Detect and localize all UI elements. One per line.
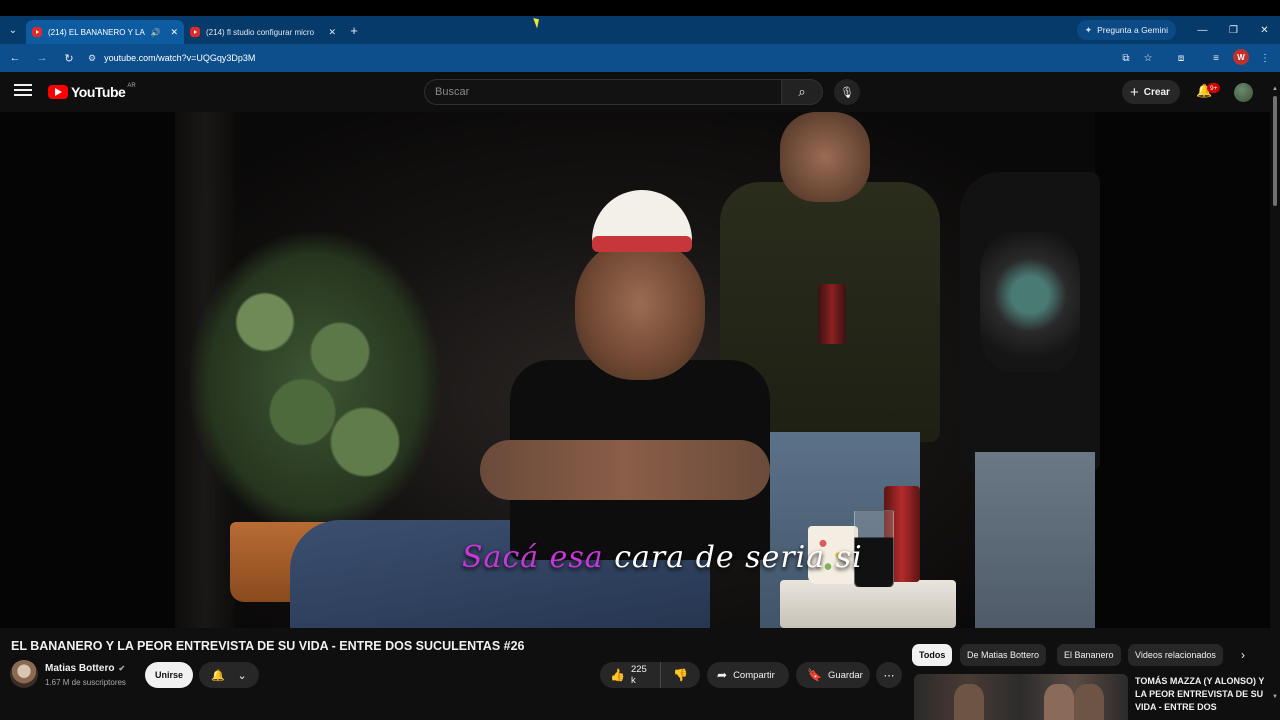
tab-search-chevron-icon[interactable]: ⌄ <box>0 16 26 44</box>
search-box: ⌕ <box>424 79 823 105</box>
subtitle-rest: cara de seria si <box>603 540 863 575</box>
share-button[interactable]: ➦ Compartir <box>707 662 789 688</box>
scroll-down-arrow-icon[interactable]: ▼ <box>1272 694 1278 700</box>
like-dislike-group: 👍 225 k 👎 <box>600 662 700 688</box>
bell-icon: 🔔 <box>211 669 225 682</box>
thumbs-up-icon: 👍 <box>610 668 625 682</box>
browser-tab-bar: ⌄ (214) EL BANANERO Y LA PEOR 🔊 ✕ (214) … <box>0 16 1280 44</box>
install-app-icon[interactable]: ⧉ <box>1117 49 1135 67</box>
notification-count-badge: 9+ <box>1207 83 1221 93</box>
extensions-icon[interactable]: ⧈ <box>1172 49 1190 67</box>
like-button[interactable]: 👍 225 k <box>600 662 662 688</box>
bookmark-icon: 🔖 <box>807 668 822 682</box>
video-player[interactable]: Sacá esa cara de seria si <box>0 112 1270 628</box>
create-button[interactable]: + Crear <box>1122 80 1180 104</box>
url-text[interactable]: youtube.com/watch?v=UQGqy3Dp3M <box>104 53 255 63</box>
scroll-up-arrow-icon[interactable]: ▲ <box>1272 86 1278 92</box>
browser-profile-avatar[interactable]: W <box>1233 49 1249 65</box>
restore-window-button[interactable]: ❐ <box>1218 16 1249 44</box>
recommended-video-thumbnail[interactable] <box>914 674 1128 720</box>
verified-check-icon: ✔ <box>118 664 126 673</box>
beer-can-image <box>818 284 846 344</box>
gemini-sparkle-icon: ✦ <box>1084 24 1093 35</box>
tab-youtube-video[interactable]: (214) EL BANANERO Y LA PEOR 🔊 ✕ <box>26 20 184 44</box>
microphone-icon: 🎙 <box>840 86 854 99</box>
more-actions-icon[interactable]: ⋯ <box>876 662 902 688</box>
tab-fl-studio[interactable]: (214) fl studio configurar micro ✕ <box>184 20 342 44</box>
channel-avatar[interactable] <box>10 660 38 688</box>
save-button[interactable]: 🔖 Guardar <box>796 662 870 688</box>
subscription-notifications-button[interactable]: 🔔 ⌄ <box>199 662 259 688</box>
tab-close-icon[interactable]: ✕ <box>170 27 178 38</box>
address-bar[interactable]: ⚙ youtube.com/watch?v=UQGqy3Dp3M <box>80 47 1160 69</box>
woman-venom-shirt-image <box>950 112 1100 628</box>
subtitle-highlight: Sacá esa <box>462 540 604 575</box>
gemini-label: Pregunta a Gemini <box>1097 25 1168 35</box>
chevron-right-icon[interactable]: › <box>1234 646 1252 664</box>
screen-top-strip <box>0 0 1280 16</box>
youtube-favicon-icon <box>32 27 42 37</box>
join-button[interactable]: Unirse <box>145 662 193 688</box>
youtube-favicon-icon <box>190 27 200 37</box>
create-label: Crear <box>1143 86 1170 98</box>
browser-toolbar: ← → ↻ ⚙ youtube.com/watch?v=UQGqy3Dp3M ⧉… <box>0 44 1280 72</box>
channel-name[interactable]: Matias Bottero ✔ <box>45 663 125 674</box>
scrollbar-thumb[interactable] <box>1273 96 1277 206</box>
chevron-down-icon: ⌄ <box>237 669 247 682</box>
youtube-header: YouTube AR ⌕ 🎙 + Crear 🔔 <box>0 72 1270 112</box>
close-window-button[interactable]: ✕ <box>1249 16 1280 44</box>
tab-title: (214) EL BANANERO Y LA PEOR <box>48 27 146 37</box>
succulent-plant-image <box>190 232 440 532</box>
back-arrow-icon[interactable]: ← <box>3 46 27 70</box>
thumbs-down-icon: 👎 <box>673 668 688 682</box>
forward-arrow-icon[interactable]: → <box>30 46 54 70</box>
browser-menu-icon[interactable]: ⋮ <box>1256 49 1274 67</box>
new-tab-button[interactable]: + <box>342 23 366 38</box>
country-code: AR <box>127 83 136 89</box>
recommended-video-title[interactable]: TOMÁS MAZZA (Y ALONSO) Y LA PEOR ENTREVI… <box>1135 675 1265 720</box>
ask-gemini-button[interactable]: ✦ Pregunta a Gemini <box>1076 20 1176 40</box>
subscriber-count: 1.67 M de suscriptores <box>45 678 126 687</box>
chip-de-matias-bottero[interactable]: De Matias Bottero <box>960 644 1047 666</box>
dislike-button[interactable]: 👎 <box>661 668 700 682</box>
plus-icon: + <box>1130 83 1139 101</box>
tab-close-icon[interactable]: ✕ <box>328 27 336 38</box>
video-title: EL BANANERO Y LA PEOR ENTREVISTA DE SU V… <box>11 639 525 653</box>
chip-videos-relacionados[interactable]: Videos relacionados <box>1128 644 1223 666</box>
audio-playing-icon[interactable]: 🔊 <box>150 28 160 37</box>
bookmark-star-icon[interactable]: ☆ <box>1139 49 1157 67</box>
user-avatar[interactable] <box>1234 83 1253 102</box>
search-input[interactable] <box>424 79 781 105</box>
chip-todos[interactable]: Todos <box>912 644 953 666</box>
minimize-window-button[interactable]: — <box>1187 16 1218 44</box>
tab-title: (214) fl studio configurar micro <box>206 27 315 37</box>
site-info-icon[interactable]: ⚙ <box>88 53 96 64</box>
logo-wordmark: YouTube <box>71 84 126 100</box>
chip-el-bananero[interactable]: El Bananero <box>1057 644 1121 666</box>
youtube-logo[interactable]: YouTube AR <box>48 83 136 100</box>
reload-icon[interactable]: ↻ <box>57 46 81 70</box>
voice-search-button[interactable]: 🎙 <box>834 79 860 105</box>
video-details: EL BANANERO Y LA PEOR ENTREVISTA DE SU V… <box>0 628 1270 720</box>
youtube-play-icon <box>48 85 68 99</box>
search-icon: ⌕ <box>798 84 806 99</box>
channel-name-text[interactable]: Matias Bottero <box>45 663 114 674</box>
search-button[interactable]: ⌕ <box>781 79 823 105</box>
hamburger-menu-icon[interactable] <box>14 84 32 98</box>
like-count: 225 k <box>630 664 647 686</box>
media-controls-icon[interactable]: ≡ <box>1207 49 1225 67</box>
save-label: Guardar <box>827 669 863 681</box>
share-label: Compartir <box>733 669 775 681</box>
share-arrow-icon: ➦ <box>717 668 728 682</box>
video-subtitle: Sacá esa cara de seria si <box>462 540 863 575</box>
